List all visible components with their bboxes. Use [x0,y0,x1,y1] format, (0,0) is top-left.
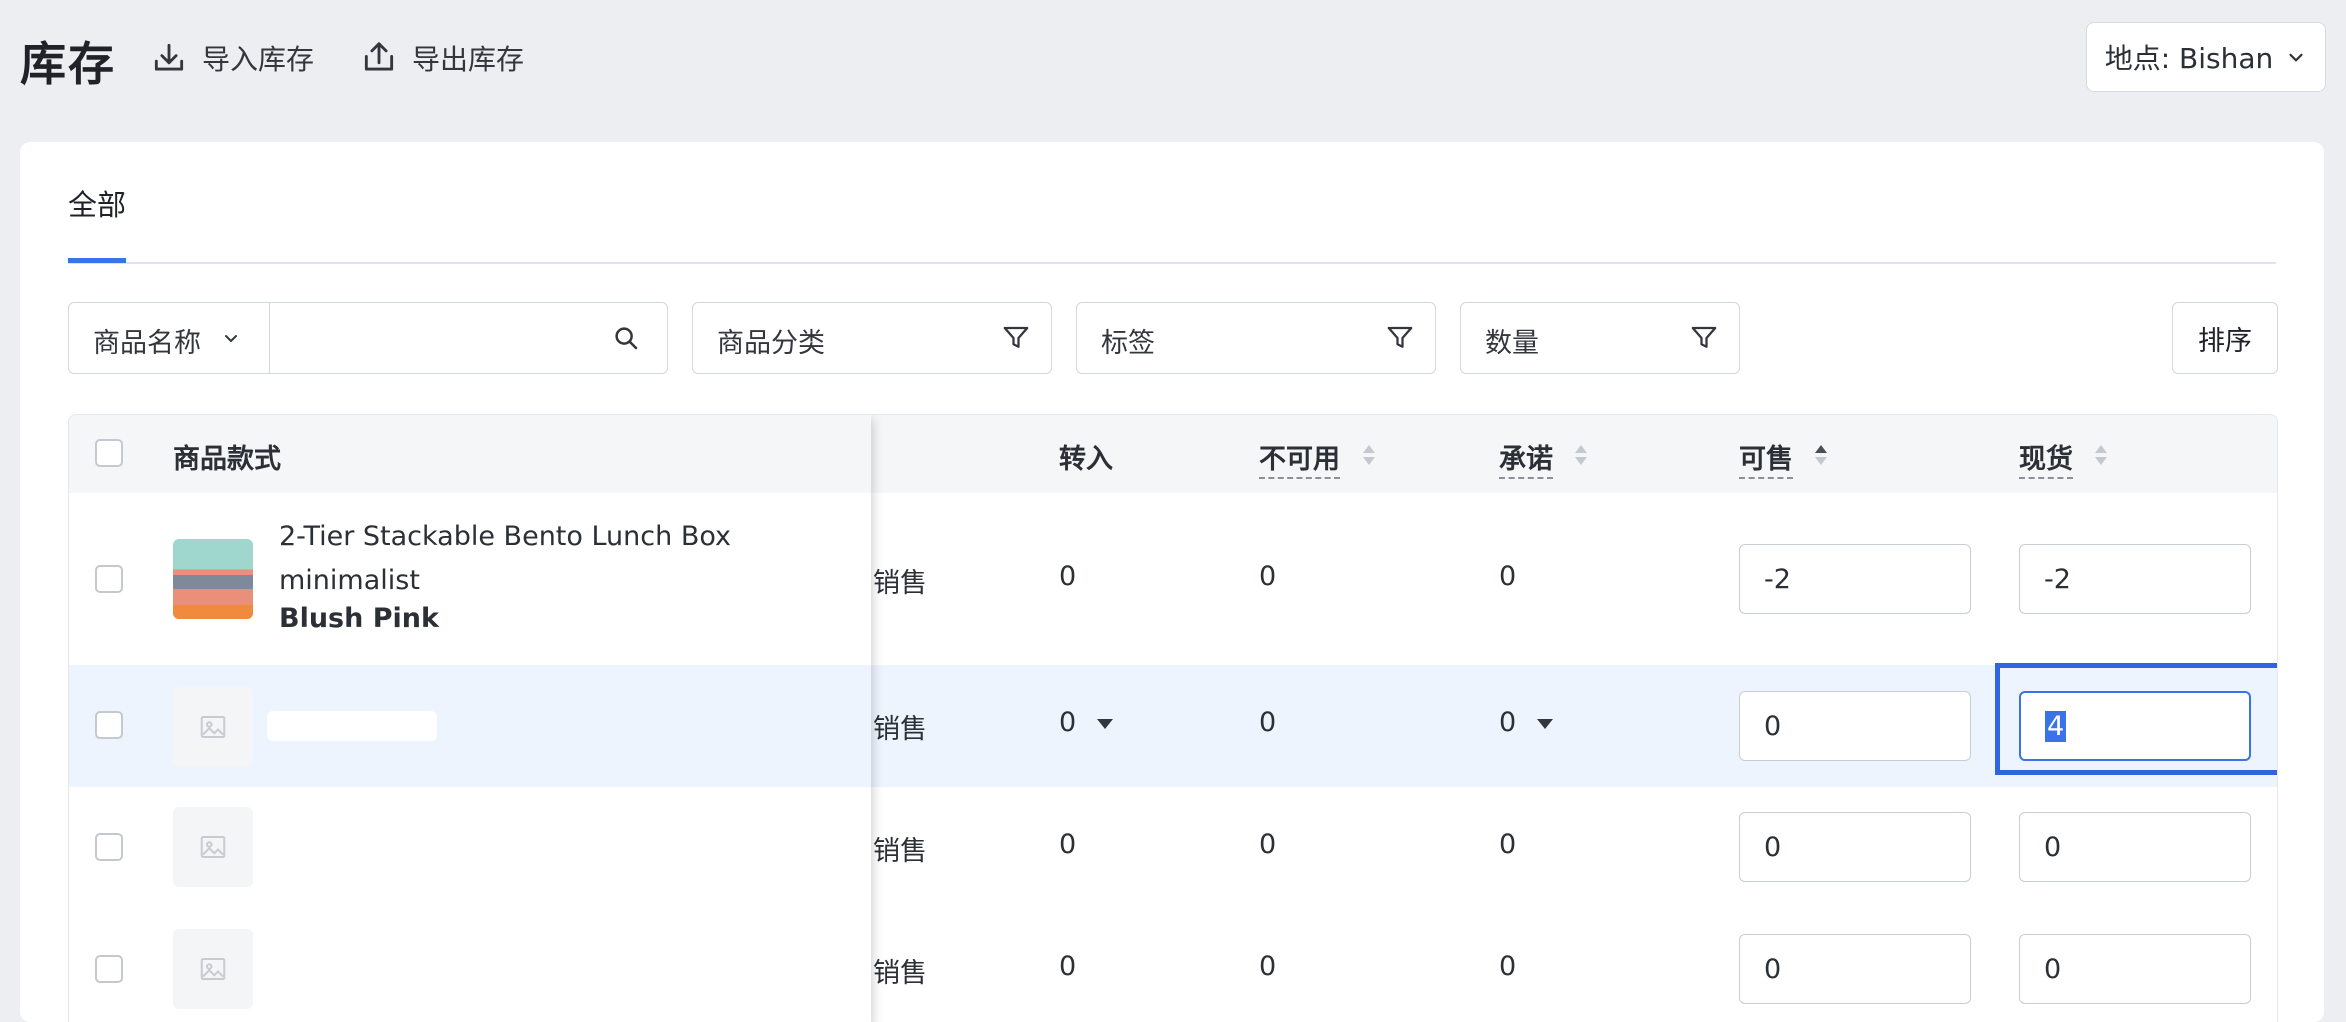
table-row[interactable]: 销售 0 0 0 0 4 [69,663,2277,788]
product-name-placeholder [267,711,437,741]
tab-bar: 全部 [68,142,2276,264]
column-available[interactable]: 可售 [1739,437,1793,479]
import-inventory-button[interactable]: 导入库存 [150,36,314,80]
transfer-in-cell: 0 [1059,829,1077,860]
inventory-table: 商品款式 转入 不可用 承诺 可售 现货 2-Tier Stackable Be… [68,414,2278,1022]
table-row[interactable]: 销售 0 0 0 0 0 [69,909,2277,1022]
unavailable-cell: 0 [1259,707,1277,738]
tab-all[interactable]: 全部 [68,182,127,263]
unavailable-cell: 0 [1259,561,1277,592]
search-field-select[interactable]: 商品名称 [69,303,270,373]
available-input[interactable]: 0 [1739,691,1971,761]
search-input[interactable] [271,305,605,371]
dropdown-caret-icon[interactable] [1537,719,1553,729]
column-unavailable[interactable]: 不可用 [1259,437,1340,479]
sort-icon[interactable] [1573,441,1589,469]
image-placeholder-icon [200,958,226,980]
page-header: 库存 导入库存 导出库存 地点: Bishan [0,0,2346,130]
column-committed[interactable]: 承诺 [1499,437,1553,479]
chevron-down-icon [2289,53,2303,62]
product-variant: Blush Pink [279,603,439,634]
unavailable-cell: 0 [1259,951,1277,982]
quantity-filter[interactable]: 数量 [1460,302,1740,374]
location-selector[interactable]: 地点: Bishan [2086,22,2326,92]
committed-cell: 0 [1499,561,1517,592]
quantity-filter-label: 数量 [1485,328,1539,359]
import-inventory-label: 导入库存 [202,43,315,76]
on-hand-value: 4 [2045,710,2067,742]
column-on-hand[interactable]: 现货 [2019,437,2073,479]
table-header: 商品款式 转入 不可用 承诺 可售 现货 [69,415,2277,494]
available-value: 0 [1764,831,1782,863]
available-value: 0 [1764,710,1782,742]
transfer-in-cell: 0 [1059,951,1077,982]
chevron-down-icon [225,335,237,342]
tags-filter[interactable]: 标签 [1076,302,1436,374]
channel-cell: 销售 [873,568,927,599]
search-icon[interactable] [611,323,641,353]
committed-cell: 0 [1499,707,1517,738]
search-field-label: 商品名称 [93,328,201,359]
location-label: 地点: Bishan [2104,42,2274,75]
available-value: 0 [1764,953,1782,985]
row-checkbox[interactable] [95,833,123,861]
channel-cell: 销售 [873,836,927,867]
on-hand-value: 0 [2044,831,2062,863]
row-checkbox[interactable] [95,711,123,739]
on-hand-input[interactable]: -2 [2019,544,2251,614]
available-input[interactable]: 0 [1739,934,1971,1004]
tags-filter-label: 标签 [1101,328,1155,359]
page-title: 库存 [20,37,116,91]
row-checkbox[interactable] [95,955,123,983]
on-hand-value: 0 [2044,953,2062,985]
channel-cell: 销售 [873,958,927,989]
sort-icon[interactable] [1813,441,1829,469]
sort-icon[interactable] [2093,441,2109,469]
search-group: 商品名称 [68,302,668,374]
export-inventory-button[interactable]: 导出库存 [360,36,524,80]
table-row[interactable]: 2-Tier Stackable Bento Lunch Box minimal… [69,493,2277,666]
sort-button[interactable]: 排序 [2172,302,2278,374]
export-inventory-label: 导出库存 [412,43,525,76]
image-placeholder [173,807,253,887]
available-input[interactable]: 0 [1739,812,1971,882]
image-placeholder-icon [200,836,226,858]
category-filter-label: 商品分类 [717,328,825,359]
committed-cell: 0 [1499,951,1517,982]
product-thumbnail [173,539,253,619]
available-value: -2 [1764,563,1791,595]
sort-icon[interactable] [1361,441,1377,469]
committed-cell: 0 [1499,829,1517,860]
image-placeholder [173,929,253,1009]
filter-icon [1003,326,1029,348]
transfer-in-cell: 0 [1059,561,1077,592]
export-icon [364,42,394,71]
category-filter[interactable]: 商品分类 [692,302,1052,374]
transfer-in-cell: 0 [1059,707,1077,738]
on-hand-input[interactable]: 4 [2019,691,2251,761]
channel-cell: 销售 [873,714,927,745]
dropdown-caret-icon[interactable] [1097,719,1113,729]
on-hand-input[interactable]: 0 [2019,934,2251,1004]
on-hand-value: -2 [2044,563,2071,595]
filter-icon [1691,326,1717,348]
row-checkbox[interactable] [95,565,123,593]
unavailable-cell: 0 [1259,829,1277,860]
image-placeholder-icon [200,716,226,738]
column-product: 商品款式 [173,444,281,475]
table-row[interactable]: 销售 0 0 0 0 0 [69,787,2277,910]
select-all-checkbox[interactable] [95,439,123,467]
inventory-card: 全部 商品名称 商品分类 标签 数量 排序 商品款式 转入 不可用 承诺 可售 … [20,142,2324,1022]
on-hand-input[interactable]: 0 [2019,812,2251,882]
filter-icon [1387,326,1413,348]
image-placeholder [173,687,253,767]
import-icon [154,43,184,71]
product-name[interactable]: 2-Tier Stackable Bento Lunch Box minimal… [279,515,759,603]
column-transfer-in: 转入 [1059,444,1113,475]
available-input[interactable]: -2 [1739,544,1971,614]
